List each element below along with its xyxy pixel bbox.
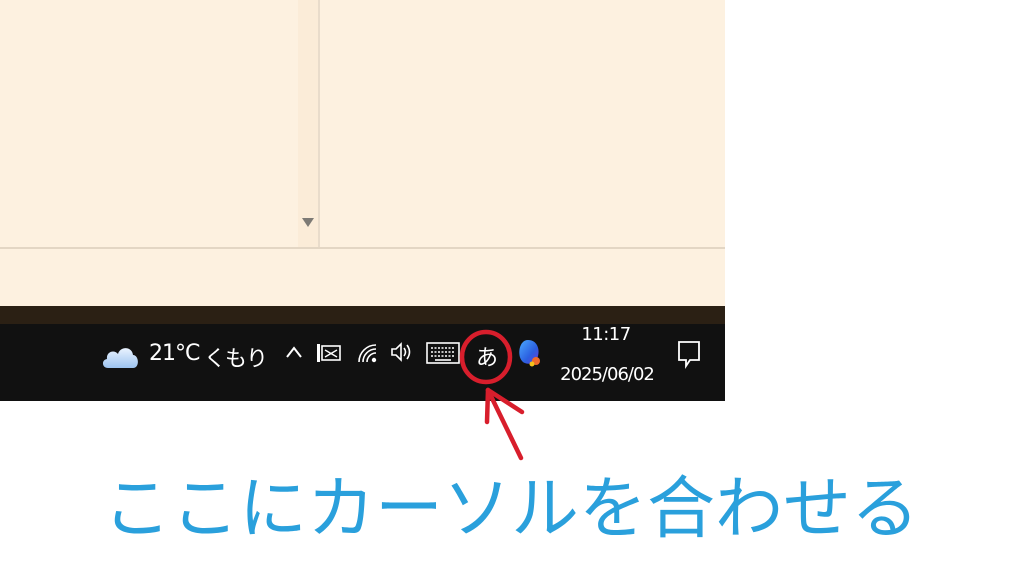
instruction-caption: ここにカーソルを合わせる [103, 470, 920, 549]
vertical-scrollbar[interactable] [298, 0, 318, 248]
window-bottom-edge [0, 306, 725, 324]
network-icon[interactable] [316, 342, 342, 364]
weather-temperature[interactable]: 21°C [149, 341, 200, 366]
keyboard-icon[interactable] [426, 341, 460, 365]
taskbar: 21°C くもり あ 11:17 2025/06/02 [0, 324, 725, 401]
content-pane [0, 0, 318, 248]
status-area [0, 249, 725, 306]
clock-time[interactable]: 11:17 [580, 324, 632, 345]
pane-divider[interactable] [318, 0, 320, 248]
volume-icon[interactable] [390, 340, 414, 364]
clock-date[interactable]: 2025/06/02 [560, 364, 655, 385]
copilot-icon[interactable] [514, 337, 544, 369]
weather-condition[interactable]: くもり [204, 341, 268, 373]
scroll-down-arrow-icon[interactable] [302, 218, 314, 227]
wifi-icon[interactable] [356, 342, 380, 364]
app-window [0, 0, 725, 306]
chevron-up-icon[interactable] [284, 342, 304, 362]
cloud-icon[interactable] [100, 340, 140, 372]
ime-indicator[interactable]: あ [476, 340, 498, 372]
notification-icon[interactable] [675, 338, 703, 370]
